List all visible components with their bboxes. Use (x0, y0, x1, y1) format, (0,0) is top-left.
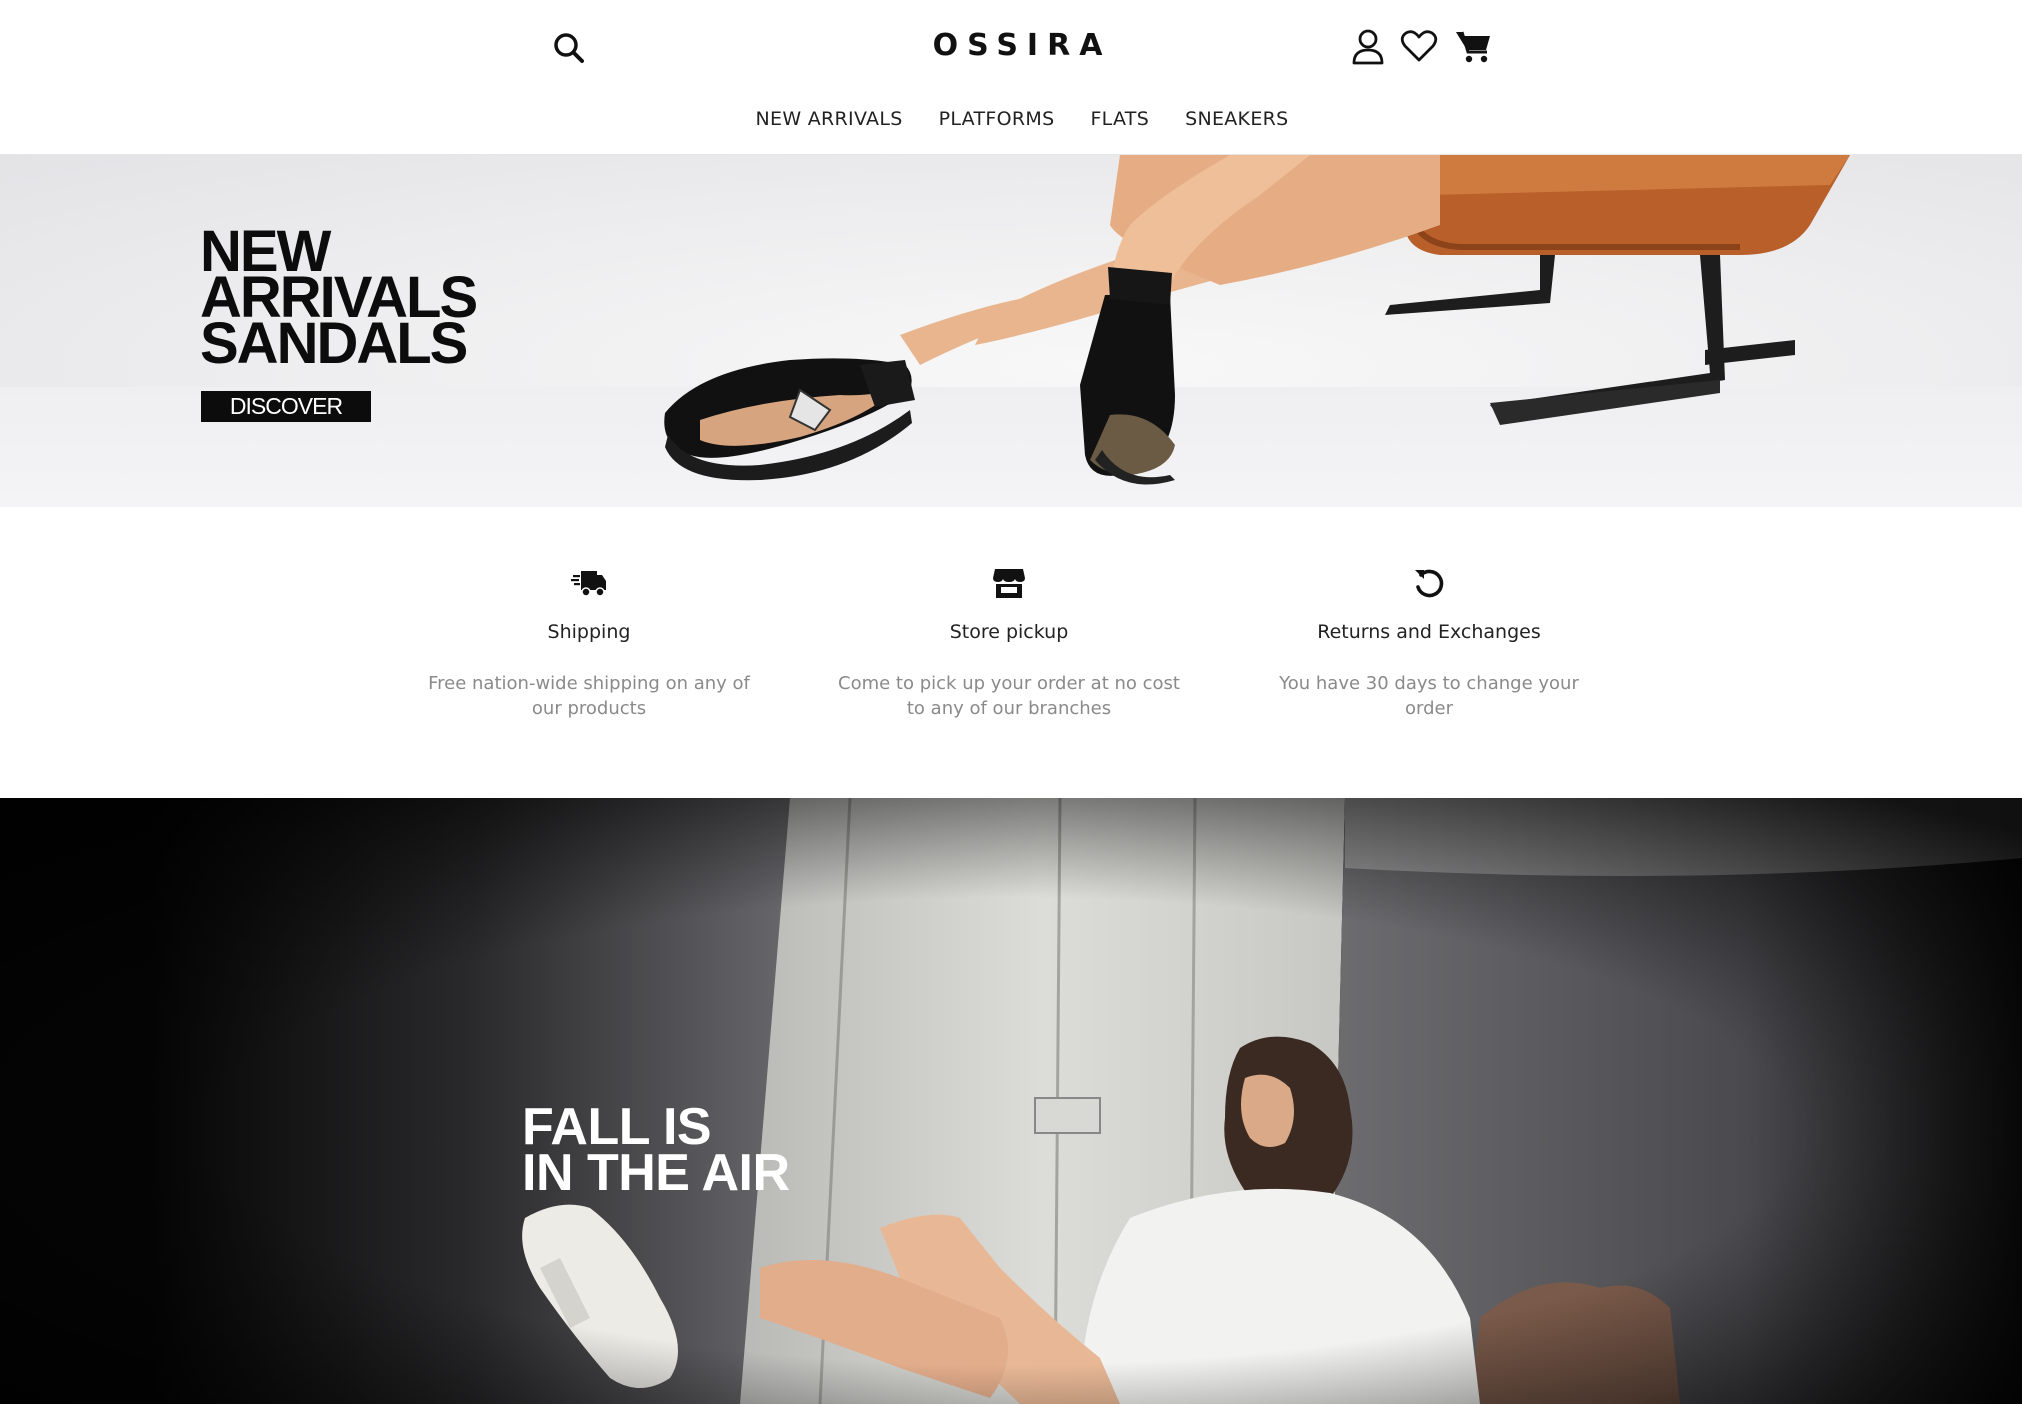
hero-banner-fall[interactable]: FALL IS IN THE AIR (0, 798, 2022, 1404)
feature-description-line: to any of our branches (906, 698, 1112, 719)
feature-description-line: order (1405, 698, 1453, 719)
user-icon (1352, 29, 1384, 65)
feature-description-line: You have 30 days to change your (1279, 673, 1579, 694)
undo-icon (1415, 569, 1444, 598)
site-header: OSSIRA NEW ARRIVALS PLATFORMS FLATS SNEA… (0, 0, 2022, 155)
hero1-title: NEW ARRIVALS SANDALS (200, 223, 478, 376)
hero2-title: FALL IS IN THE AIR (522, 1101, 790, 1202)
main-nav: NEW ARRIVALS PLATFORMS FLATS SNEAKERS (0, 108, 2022, 130)
truck-icon (571, 571, 606, 597)
nav-flats[interactable]: FLATS (1090, 108, 1149, 130)
feature-title: Returns and Exchanges (1317, 621, 1541, 643)
discover-button[interactable]: DISCOVER (201, 391, 371, 422)
hero-fall-image (0, 798, 2022, 1404)
nav-new-arrivals[interactable]: NEW ARRIVALS (756, 108, 903, 130)
feature-title: Shipping (547, 621, 631, 643)
feature-title: Store pickup (949, 621, 1069, 643)
feature-description: Come to pick up your order at no cost to… (829, 671, 1189, 721)
nav-sneakers[interactable]: SNEAKERS (1185, 108, 1288, 130)
feature-description-line: Come to pick up your order at no cost (838, 673, 1180, 694)
account-button[interactable] (1350, 28, 1388, 66)
cart-button[interactable] (1455, 28, 1493, 66)
wishlist-button[interactable] (1400, 28, 1438, 66)
nav-platforms[interactable]: PLATFORMS (939, 108, 1055, 130)
feature-description: You have 30 days to change your order (1249, 671, 1609, 721)
cart-icon (1456, 31, 1490, 63)
hero1-title-line: SANDALS (200, 311, 468, 376)
feature-description-line: our products (531, 698, 647, 719)
feature-description-line: Free nation-wide shipping on any of (428, 673, 750, 694)
brand-logo[interactable]: OSSIRA (0, 28, 2022, 63)
store-icon (993, 569, 1025, 598)
hero2-title-line: IN THE AIR (522, 1144, 790, 1202)
features-section: Shipping Free nation-wide shipping on an… (0, 507, 2022, 798)
feature-description: Free nation-wide shipping on any of our … (409, 671, 769, 721)
hero-banner-sandals[interactable]: NEW ARRIVALS SANDALS DISCOVER (0, 155, 2022, 507)
heart-icon (1400, 30, 1438, 62)
